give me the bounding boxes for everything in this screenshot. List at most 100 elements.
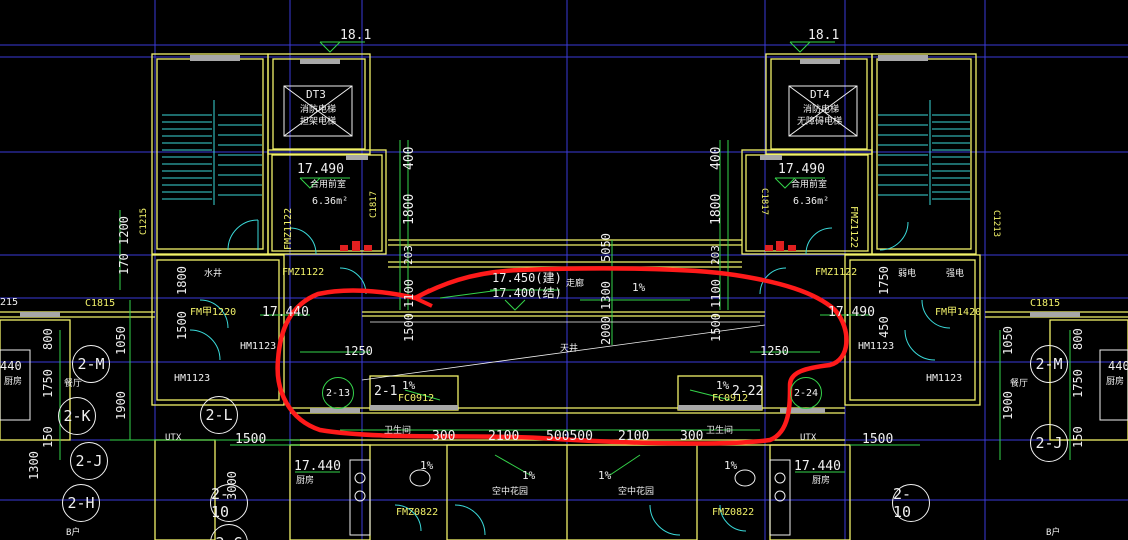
door-fmz1122-left-vertical: FMZ1122 <box>283 207 294 250</box>
kitchen-label-left: 厨房 <box>296 476 315 486</box>
dim-2100-right: 2100 <box>618 429 650 444</box>
corridor-elevation-right: 17.490 <box>828 305 875 320</box>
dim-150-left: 150 <box>41 426 55 448</box>
dim-1500-right: 1500 <box>709 313 723 342</box>
lobby-elevation-left: 17.490 <box>297 162 344 177</box>
lobby-area-left: 6.36m² <box>312 196 349 207</box>
dim-1750-right: 1750 <box>1071 369 1085 398</box>
elevator-id-dt4: DT4 <box>810 88 830 101</box>
dim-400-right: 400 <box>709 146 724 170</box>
axis-bubble-2-M-left: 2-M <box>72 345 110 383</box>
elevator-label-line1-left: 消防电梯 <box>300 105 337 115</box>
dim-1500-vertical: 1500 <box>175 311 189 340</box>
dim-5050: 5050 <box>599 233 613 262</box>
wall-fills <box>20 55 1080 413</box>
corridor-elevation-struct: 17.400(结) <box>492 286 562 300</box>
axis-bubble-2-J-right: 2-J <box>1030 424 1068 462</box>
elevator-id-dt3: DT3 <box>306 88 326 101</box>
axis-mark-top-right: 18.1 <box>808 28 840 43</box>
corridor-slope: 1% <box>632 281 646 294</box>
dim-1100-right: 1100 <box>709 279 723 308</box>
axis-mark-top-left: 18.1 <box>340 28 372 43</box>
kitchen-label-right: 厨房 <box>812 476 831 486</box>
kitchen-label-right-edge: 厨房 <box>1106 377 1125 387</box>
sky-garden-right: 空中花园 <box>618 487 655 497</box>
water-well-label: 水井 <box>204 269 223 279</box>
dining-label-left: 餐厅 <box>64 379 83 389</box>
elevator-label-line2-right: 无障碍电梯 <box>797 117 843 127</box>
strong-elec-label: 强电 <box>946 269 965 279</box>
dim-215: 215 <box>0 297 19 308</box>
wc-slope-small-right: 1% <box>724 459 738 472</box>
dim-1800-left: 1800 <box>402 193 417 225</box>
window-c1815-right: C1815 <box>1030 298 1061 309</box>
dim-1300: 1300 <box>599 281 613 310</box>
window-c1215: C1215 <box>139 207 149 235</box>
utx-label-right: UTX <box>800 433 817 443</box>
weak-elec-label: 弱电 <box>898 269 917 279</box>
dim-400-left: 400 <box>402 146 417 170</box>
dim-1750-vertical: 1750 <box>877 266 891 295</box>
window-c1817-left: C1817 <box>369 190 379 218</box>
axis-bubble-2-K-left: 2-K <box>58 397 96 435</box>
door-fmz1122-left: FMZ1122 <box>282 267 325 278</box>
door-hm1123-right-lower: HM1123 <box>926 373 963 384</box>
dim-1200: 1200 <box>117 216 131 245</box>
window-c1213: C1213 <box>991 210 1001 238</box>
corridor-elevation-left: 17.440 <box>262 305 309 320</box>
axis-bubble-2-M-right: 2-M <box>1030 345 1068 383</box>
dim-1050-left: 1050 <box>114 326 128 355</box>
lobby-name-right: 合用前室 <box>791 180 828 190</box>
dim-203-left: 203 <box>402 245 415 265</box>
dim-300-left: 300 <box>432 429 456 444</box>
wc-slope-small-left: 1% <box>420 459 434 472</box>
garden-slope-right: 1% <box>598 469 612 482</box>
elevator-label-line1-right: 消防电梯 <box>803 105 840 115</box>
window-c1817-right: C1817 <box>759 188 769 216</box>
dim-1800-right: 1800 <box>709 193 724 225</box>
axis-bubble-2-J-left: 2-J <box>70 442 108 480</box>
dim-1250-left: 1250 <box>344 344 373 358</box>
window-fc0912-left: FC0912 <box>398 393 435 404</box>
lobby-name-left: 合用前室 <box>310 180 347 190</box>
wc-slope-left: 1% <box>402 379 416 392</box>
elevator-label-line2-left: 担架电梯 <box>300 117 337 127</box>
atrium-label: 天井 <box>560 344 579 354</box>
unit-label-right: B户 <box>1046 528 1061 538</box>
door-fm1420-right: FM甲1420 <box>935 307 982 318</box>
door-fm1220-left: FM甲1220 <box>190 307 237 318</box>
dim-2100-left: 2100 <box>488 429 520 444</box>
door-fmz0822-right: FMZ0822 <box>712 507 755 518</box>
dim-500-500: 500500 <box>546 429 593 444</box>
kitchen-elevation-left: 17.440 <box>294 459 341 474</box>
door-fmz1122-right: FMZ1122 <box>815 267 858 278</box>
walls <box>0 53 1128 540</box>
dim-1900-left: 1900 <box>114 391 128 420</box>
dim-1800-lower: 1800 <box>175 266 189 295</box>
lobby-elevation-right: 17.490 <box>778 162 825 177</box>
garden-slope-left: 1% <box>522 469 536 482</box>
toilet-label-left: 卫生间 <box>384 426 412 436</box>
dim-450: 450 <box>877 316 891 338</box>
dim-1250-right: 1250 <box>760 344 789 358</box>
dim-800-right: 800 <box>1071 328 1085 350</box>
edge-elevation-left: 440 <box>0 359 22 373</box>
axis-bubble-2-10-right: 2-10 <box>892 484 930 522</box>
axis-bubble-2-24: 2-24 <box>790 377 822 409</box>
kitchen-elevation-right: 17.440 <box>794 459 841 474</box>
sky-garden-left: 空中花园 <box>492 487 529 497</box>
utx-label-left: UTX <box>165 433 182 443</box>
door-hm1123-left: HM1123 <box>240 341 277 352</box>
cad-drawing-canvas[interactable]: DT3 消防电梯 担架电梯 DT4 消防电梯 无障碍电梯 18.1 18.1 1… <box>0 0 1128 540</box>
dim-1900-right: 1900 <box>1001 391 1015 420</box>
dining-label-right: 餐厅 <box>1010 379 1029 389</box>
unit-label-left: B户 <box>66 528 81 538</box>
door-hm1123-right: HM1123 <box>858 341 895 352</box>
grid-tag-2-1: 2-1 <box>374 384 398 399</box>
dim-1750-left: 1750 <box>41 369 55 398</box>
grid-tag-2-22: 2-22 <box>732 384 764 399</box>
toilet-label-right: 卫生间 <box>706 426 734 436</box>
window-c1815-left: C1815 <box>85 298 116 309</box>
axis-bubble-2-L-left: 2-L <box>200 396 238 434</box>
dim-2000: 2000 <box>599 316 613 345</box>
